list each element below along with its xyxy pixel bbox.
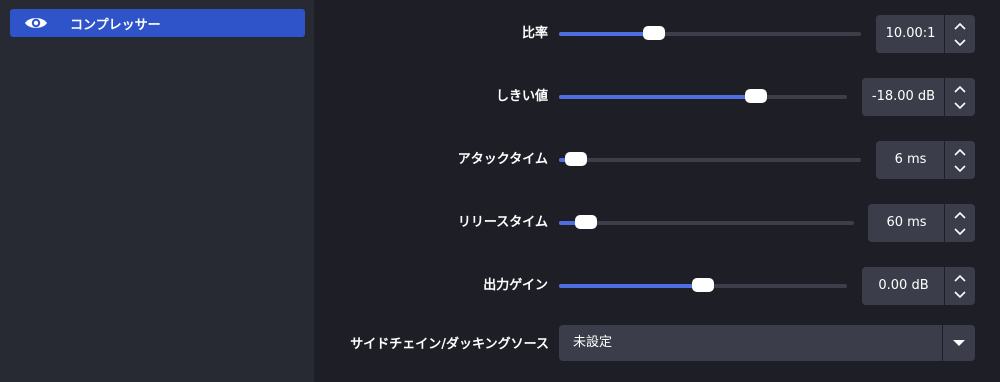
threshold-label: しきい値 (495, 89, 548, 104)
release-value[interactable]: 60 ms (868, 204, 945, 242)
ratio-decrement-button[interactable] (945, 33, 975, 52)
output-gain-row: 出力ゲイン 0.00 dB (314, 267, 1000, 312)
attack-label: アタックタイム (457, 152, 548, 167)
attack-decrement-button[interactable] (945, 159, 975, 178)
sidechain-label: サイドチェイン/ダッキングソース (350, 337, 549, 352)
chevron-up-icon (954, 148, 966, 156)
attack-row: アタックタイム 6 ms (314, 141, 1000, 186)
ratio-spin-buttons (944, 15, 975, 53)
release-label: リリースタイム (457, 215, 548, 230)
ratio-spinbox[interactable]: 10.00:1 (876, 15, 975, 53)
threshold-spinbox[interactable]: -18.00 dB (862, 78, 975, 116)
filter-label: コンプレッサー (70, 18, 161, 33)
threshold-decrement-button[interactable] (945, 96, 975, 115)
eye-icon[interactable] (24, 15, 48, 31)
ratio-slider-thumb[interactable] (643, 26, 665, 40)
output-gain-slider-thumb[interactable] (692, 278, 714, 292)
threshold-spin-buttons (944, 78, 975, 116)
release-row: リリースタイム 60 ms (314, 204, 1000, 249)
chevron-down-icon (954, 227, 966, 235)
threshold-slider[interactable] (559, 89, 847, 103)
output-gain-value[interactable]: 0.00 dB (862, 267, 945, 305)
threshold-slider-thumb[interactable] (745, 89, 768, 103)
ratio-value[interactable]: 10.00:1 (876, 15, 945, 53)
threshold-row: しきい値 -18.00 dB (314, 78, 1000, 123)
release-slider-thumb[interactable] (575, 215, 598, 229)
chevron-down-icon (954, 290, 966, 298)
chevron-up-icon (954, 211, 966, 219)
release-slider[interactable] (559, 215, 854, 229)
ratio-label: 比率 (521, 26, 548, 41)
sidechain-source-select[interactable]: 未設定 (559, 325, 975, 361)
chevron-up-icon (954, 22, 966, 30)
caret-down-icon (953, 340, 965, 346)
dropdown-toggle-button[interactable] (942, 325, 975, 361)
release-decrement-button[interactable] (945, 222, 975, 241)
chevron-down-icon (954, 164, 966, 172)
attack-value[interactable]: 6 ms (876, 141, 945, 179)
ratio-row: 比率 10.00:1 (314, 15, 1000, 60)
release-spinbox[interactable]: 60 ms (868, 204, 975, 242)
chevron-up-icon (954, 274, 966, 282)
chevron-down-icon (954, 38, 966, 46)
attack-spinbox[interactable]: 6 ms (876, 141, 975, 179)
output-gain-slider-fill (559, 284, 703, 288)
sidechain-source-value[interactable]: 未設定 (573, 325, 612, 361)
ratio-slider[interactable] (559, 26, 861, 40)
output-gain-spin-buttons (944, 267, 975, 305)
ratio-slider-fill (559, 32, 654, 36)
release-spin-buttons (944, 204, 975, 242)
threshold-slider-fill (559, 95, 757, 99)
output-gain-slider[interactable] (559, 278, 847, 292)
filters-panel: コンプレッサー (0, 0, 314, 382)
filter-item-compressor[interactable]: コンプレッサー (10, 9, 305, 37)
attack-slider-thumb[interactable] (564, 152, 587, 166)
attack-spin-buttons (944, 141, 975, 179)
output-gain-label: 出力ゲイン (483, 278, 548, 293)
attack-slider[interactable] (559, 152, 861, 166)
chevron-up-icon (954, 85, 966, 93)
chevron-down-icon (954, 101, 966, 109)
output-gain-spinbox[interactable]: 0.00 dB (862, 267, 975, 305)
output-gain-decrement-button[interactable] (945, 285, 975, 304)
threshold-value[interactable]: -18.00 dB (862, 78, 945, 116)
